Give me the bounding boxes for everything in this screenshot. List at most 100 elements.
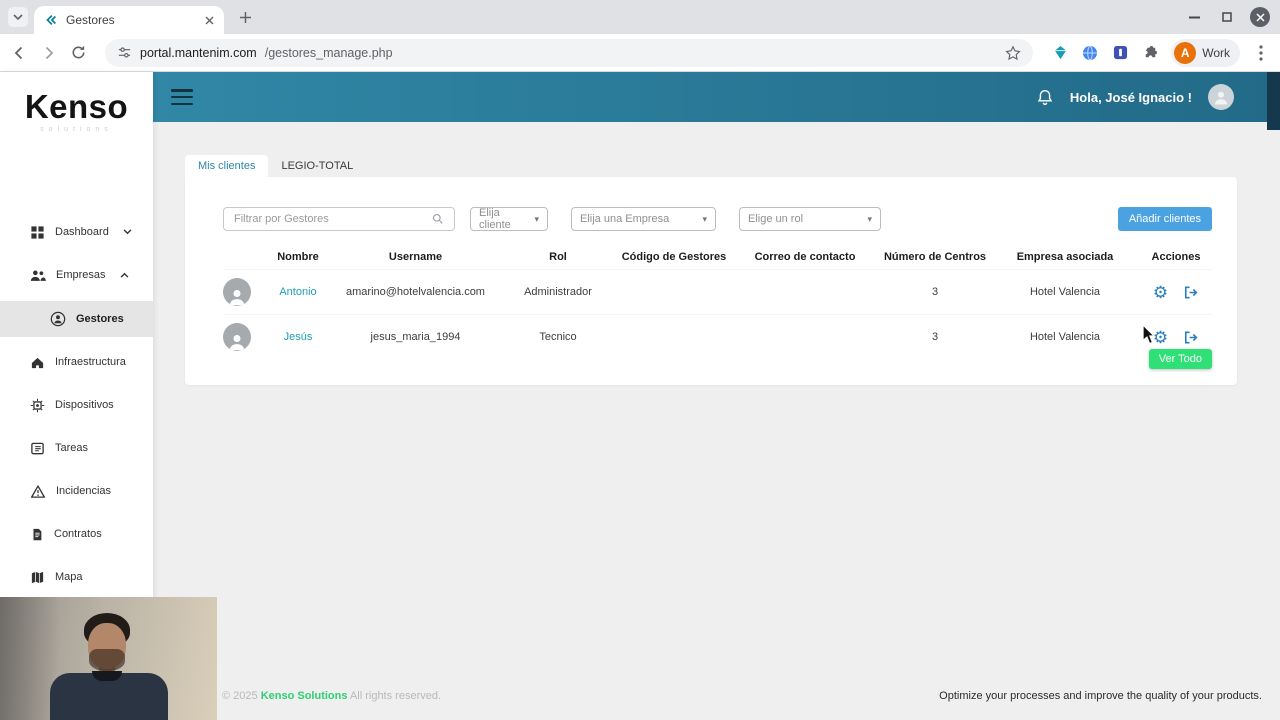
browser-profile[interactable]: A Work <box>1171 39 1240 67</box>
site-info-icon[interactable] <box>117 45 132 60</box>
tab-search-button[interactable] <box>8 7 28 27</box>
col-centros: Número de Centros <box>880 251 990 263</box>
sidebar-item-empresas[interactable]: Empresas <box>0 258 153 292</box>
webcam-person-beard <box>89 649 125 671</box>
new-tab-button[interactable] <box>236 8 255 27</box>
user-avatar[interactable] <box>1208 84 1234 110</box>
copyright-prefix: © 2025 <box>222 690 261 702</box>
col-correo: Correo de contacto <box>730 251 880 263</box>
manager-name-link[interactable]: Antonio <box>279 286 316 298</box>
footer-tagline: Optimize your processes and improve the … <box>939 690 1262 702</box>
sidebar-item-tareas[interactable]: Tareas <box>0 431 153 465</box>
col-rol: Rol <box>498 251 618 263</box>
table-row[interactable]: Antonio amarino@hotelvalencia.com Admini… <box>223 269 1212 314</box>
sidebar-item-label: Tareas <box>55 442 88 454</box>
close-button[interactable] <box>1250 7 1270 27</box>
page-footer: © 2025 Kenso Solutions All rights reserv… <box>222 690 1262 702</box>
sidebar-item-label: Contratos <box>54 528 102 540</box>
webcam-overlay <box>0 597 217 720</box>
sidebar-item-label: Dashboard <box>55 226 109 238</box>
col-acciones: Acciones <box>1140 251 1212 263</box>
clients-panel: Elija cliente▾ Elija una Empresa▾ Elige … <box>185 177 1237 385</box>
minimize-icon <box>1189 16 1200 19</box>
tab-legio-total[interactable]: LEGIO-TOTAL <box>268 155 366 177</box>
home-icon <box>30 355 45 370</box>
sidebar-item-gestores[interactable]: Gestores <box>0 301 153 337</box>
window-controls <box>1184 7 1270 27</box>
rol-cell: Tecnico <box>498 331 618 343</box>
url-host: portal.mantenim.com <box>140 46 257 60</box>
address-bar[interactable]: portal.mantenim.com/gestores_manage.php <box>105 39 1033 67</box>
settings-gear-icon[interactable]: ⚙ <box>1153 284 1168 301</box>
extension-icon-2[interactable] <box>1081 44 1099 62</box>
sidebar-item-infraestructura[interactable]: Infraestructura <box>0 345 153 379</box>
logo-subtext: solutions <box>0 126 153 133</box>
select-rol[interactable]: Elige un rol ▾ <box>739 207 881 231</box>
manager-name-link[interactable]: Jesús <box>284 331 313 343</box>
username-cell: jesus_maria_1994 <box>333 331 498 343</box>
chevron-down-icon: ▾ <box>702 214 707 225</box>
col-empresa: Empresa asociada <box>990 251 1140 263</box>
tab-title: Gestores <box>66 13 197 27</box>
warning-triangle-icon <box>30 484 46 499</box>
add-clients-button[interactable]: Añadir clientes <box>1118 207 1212 231</box>
back-icon[interactable] <box>10 44 28 62</box>
empresa-cell: Hotel Valencia <box>990 331 1140 343</box>
bookmark-star-icon[interactable] <box>1005 45 1021 61</box>
person-icon <box>227 331 247 351</box>
sidebar-item-label: Empresas <box>56 269 106 281</box>
search-input[interactable] <box>223 207 455 231</box>
select-empresa[interactable]: Elija una Empresa▾ <box>571 207 716 231</box>
select-cliente-value: Elija cliente <box>479 207 528 231</box>
extension-icon-3[interactable] <box>1111 44 1129 62</box>
maximize-icon <box>1222 12 1232 22</box>
rol-cell: Administrador <box>498 286 618 298</box>
hamburger-menu-icon[interactable] <box>171 89 193 105</box>
logout-icon[interactable] <box>1182 284 1199 301</box>
browser-menu-kebab-icon[interactable] <box>1252 44 1270 62</box>
dashboard-grid-icon <box>30 225 45 240</box>
document-icon <box>30 527 44 542</box>
sidebar-item-label: Mapa <box>55 571 83 583</box>
sidebar-item-label: Incidencias <box>56 485 111 497</box>
select-rol-value: Elige un rol <box>748 213 803 225</box>
forward-icon[interactable] <box>40 44 58 62</box>
sidebar-item-dispositivos[interactable]: Dispositivos <box>0 388 153 422</box>
select-cliente[interactable]: Elija cliente▾ <box>470 207 548 231</box>
sidebar-item-incidencias[interactable]: Incidencias <box>0 474 153 508</box>
chevron-down-icon: ▾ <box>867 214 872 225</box>
extensions-puzzle-icon[interactable] <box>1141 44 1159 62</box>
browser-titlebar: Gestores <box>0 0 1280 34</box>
user-greeting: Hola, José Ignacio ! <box>1070 90 1192 105</box>
notifications-bell-icon[interactable] <box>1036 88 1054 107</box>
sidebar-item-label: Gestores <box>76 313 124 325</box>
copyright-suffix: All rights reserved. <box>347 690 441 702</box>
centros-cell: 3 <box>880 286 990 298</box>
logout-icon[interactable] <box>1182 329 1199 346</box>
minimize-button[interactable] <box>1184 7 1204 27</box>
col-nombre: Nombre <box>263 251 333 263</box>
sidebar-item-mapa[interactable]: Mapa <box>0 560 153 594</box>
col-codigo: Código de Gestores <box>618 251 730 263</box>
tab-mis-clientes[interactable]: Mis clientes <box>185 155 268 177</box>
browser-tab[interactable]: Gestores <box>34 6 224 34</box>
extension-icon-1[interactable] <box>1051 44 1069 62</box>
sidebar-menu: Dashboard Empresas Gestores Infraestruct… <box>0 215 153 594</box>
ver-todo-button[interactable]: Ver Todo <box>1149 349 1212 369</box>
task-list-icon <box>30 441 45 456</box>
reload-icon[interactable] <box>70 44 87 61</box>
profile-avatar: A <box>1174 42 1196 64</box>
col-username: Username <box>333 251 498 263</box>
sidebar-item-dashboard[interactable]: Dashboard <box>0 215 153 249</box>
tab-close-icon[interactable] <box>205 16 214 25</box>
sidebar-item-label: Dispositivos <box>55 399 114 411</box>
table-row[interactable]: Jesús jesus_maria_1994 Tecnico 3 Hotel V… <box>223 314 1212 359</box>
url-path: /gestores_manage.php <box>265 46 393 60</box>
browser-toolbar: portal.mantenim.com/gestores_manage.php … <box>0 34 1280 72</box>
settings-gear-icon[interactable]: ⚙ <box>1153 329 1168 346</box>
footer-brand-link[interactable]: Kenso Solutions <box>261 690 348 702</box>
maximize-button[interactable] <box>1217 7 1237 27</box>
chevron-down-icon <box>13 14 23 21</box>
sidebar-item-contratos[interactable]: Contratos <box>0 517 153 551</box>
copyright-text: © 2025 Kenso Solutions All rights reserv… <box>222 690 441 702</box>
